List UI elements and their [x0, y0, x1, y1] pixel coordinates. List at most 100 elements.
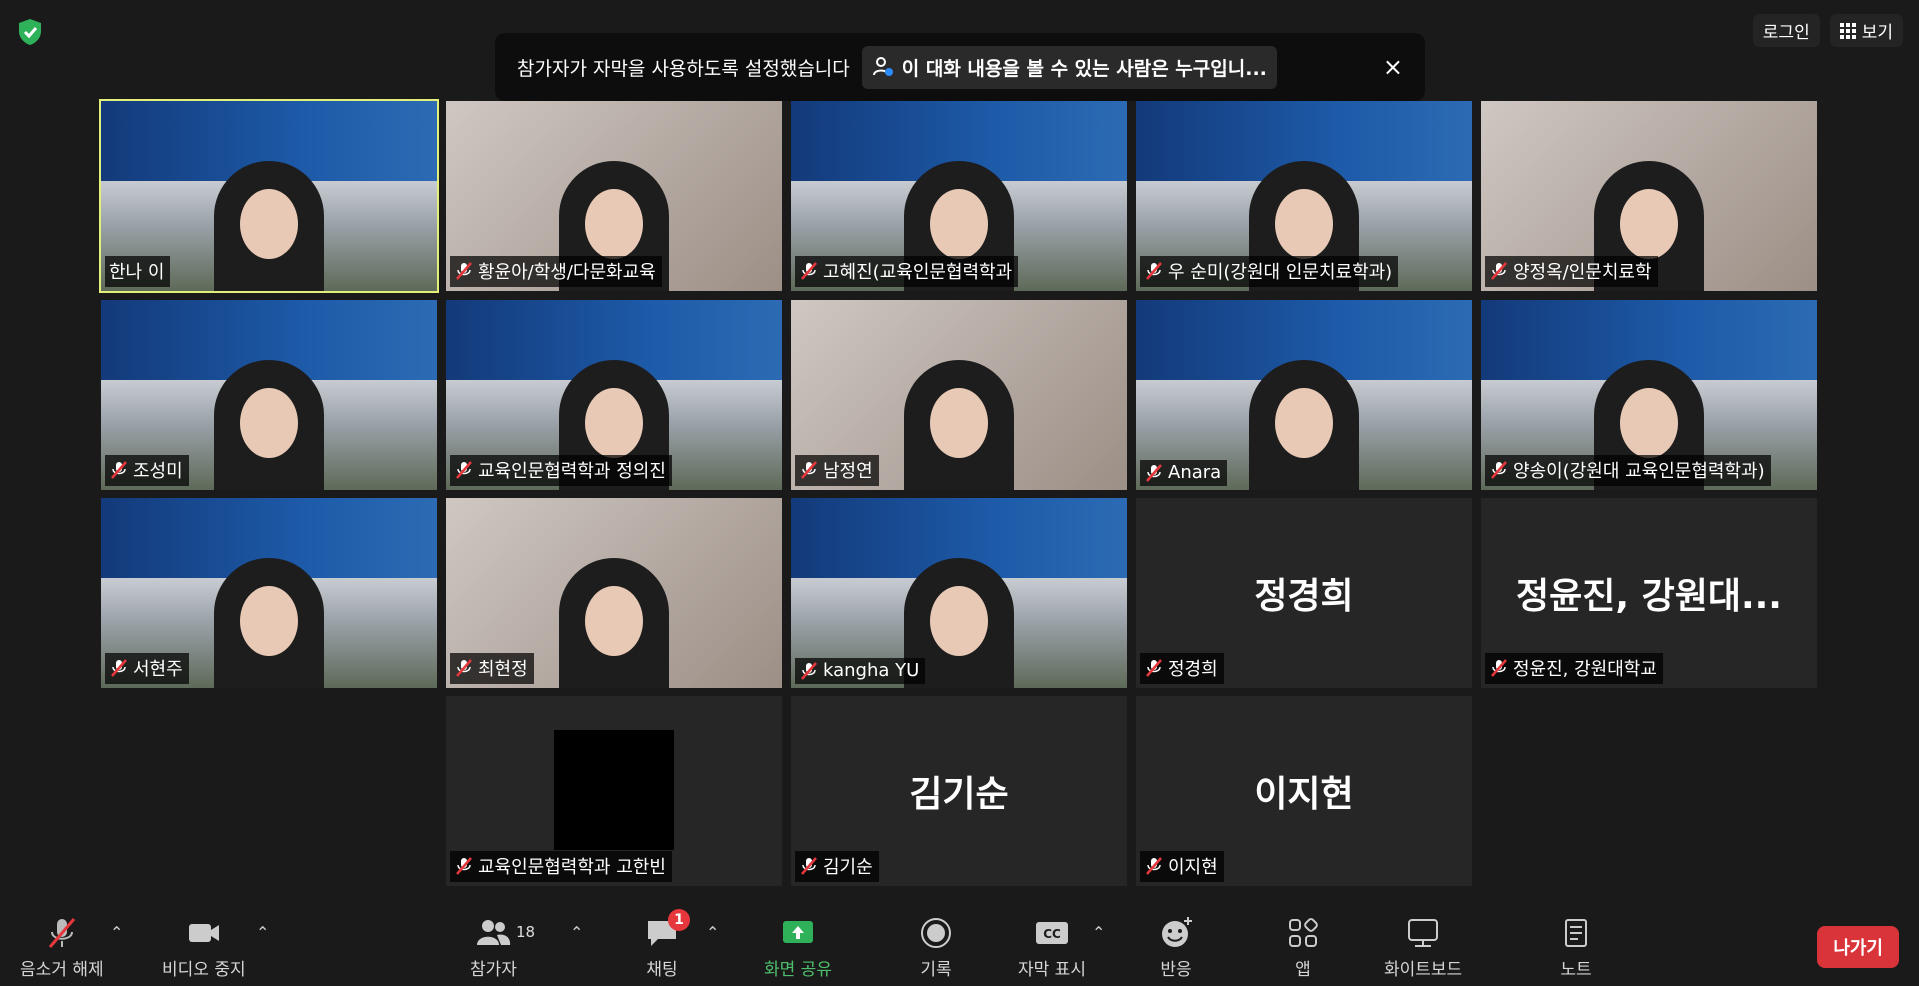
participant-name-label: kangha YU — [795, 658, 926, 684]
who-can-see-button[interactable]: 이 대화 내용을 볼 수 있는 사람은 누구입니... — [861, 45, 1277, 89]
participant-name: 이지현 — [1168, 857, 1218, 878]
participant-name-label: 김기순 — [795, 851, 879, 882]
participant-name: 남정연 — [823, 461, 873, 482]
share-screen-label: 화면 공유 — [764, 960, 832, 980]
audio-options-caret[interactable]: ⌃ — [110, 923, 123, 942]
mic-muted-icon — [1146, 262, 1162, 280]
chat-options-caret[interactable]: ⌃ — [706, 923, 719, 942]
notice-text: 참가자가 자막을 사용하도록 설정했습니다 — [517, 57, 850, 80]
mic-muted-icon — [1146, 463, 1162, 482]
participant-name-label: 정윤진, 강원대학교 — [1485, 653, 1663, 684]
participant-name: 양송이(강원대 교육인문협력학과) — [1513, 461, 1765, 482]
participant-name: 서현주 — [133, 659, 183, 680]
whiteboard-button[interactable]: 화이트보드 — [1384, 915, 1462, 980]
svg-text:CC: CC — [1043, 927, 1061, 941]
chat-badge: 1 — [668, 909, 690, 931]
participant-name-label: 우 순미(강원대 인문치료학과) — [1140, 256, 1399, 287]
mic-muted-icon — [801, 661, 817, 680]
login-label: 로그인 — [1762, 23, 1810, 43]
participant-tile[interactable]: 김기순 김기순 — [791, 696, 1127, 886]
whiteboard-label: 화이트보드 — [1384, 960, 1463, 980]
grid-icon — [1839, 22, 1856, 39]
participant-tile[interactable]: 정경희 정경희 — [1136, 498, 1472, 688]
participant-tile[interactable]: 한나 이 — [99, 99, 439, 293]
participant-tile[interactable]: 서현주 — [101, 498, 437, 688]
unmute-button[interactable]: 음소거 해제 — [20, 915, 104, 980]
participants-options-caret[interactable]: ⌃ — [570, 923, 583, 942]
record-icon — [921, 918, 951, 948]
participant-tile[interactable]: 양정옥/인문치료학 — [1481, 101, 1817, 291]
video-camera-icon — [188, 924, 219, 942]
person-info-icon — [872, 57, 893, 76]
participant-name: 정경희 — [1168, 659, 1218, 680]
participant-name: 고혜진(교육인문협력학과 — [823, 262, 1013, 283]
record-button[interactable]: 기록 — [918, 915, 954, 980]
participant-name: 조성미 — [133, 461, 183, 482]
video-options-caret[interactable]: ⌃ — [256, 923, 269, 942]
close-icon[interactable]: × — [1383, 53, 1403, 81]
security-shield-icon[interactable] — [14, 16, 46, 48]
participant-tile[interactable]: 조성미 — [101, 300, 437, 490]
participant-name-label: 교육인문협력학과 고한빈 — [450, 851, 672, 882]
participant-tile[interactable]: 이지현 이지현 — [1136, 696, 1472, 886]
captions-label: 자막 표시 — [1018, 960, 1086, 980]
participant-tile[interactable]: 교육인문협력학과 고한빈 — [446, 696, 782, 886]
participant-name: Anara — [1168, 462, 1222, 483]
mic-muted-icon — [111, 461, 127, 479]
apps-label: 앱 — [1295, 960, 1311, 980]
login-button[interactable]: 로그인 — [1752, 14, 1820, 47]
reaction-smiley-icon — [1162, 917, 1192, 947]
participant-name: 양정옥/인문치료학 — [1513, 262, 1652, 283]
mic-muted-icon — [456, 461, 472, 479]
participant-tile[interactable]: 교육인문협력학과 정의진 — [446, 300, 782, 490]
participant-name: kangha YU — [823, 660, 920, 681]
unmute-label: 음소거 해제 — [20, 960, 104, 980]
view-button[interactable]: 보기 — [1829, 14, 1903, 47]
participant-tile[interactable]: 남정연 — [791, 300, 1127, 490]
notes-button[interactable]: 노트 — [1558, 915, 1594, 980]
mic-muted-icon — [111, 659, 127, 677]
mic-muted-icon — [1491, 262, 1507, 280]
participant-video-off — [554, 730, 674, 850]
leave-button[interactable]: 나가기 — [1817, 926, 1899, 968]
participant-tile[interactable]: 황윤아/학생/다문화교육 — [446, 101, 782, 291]
participant-name-label: 이지현 — [1140, 851, 1224, 882]
mic-muted-icon — [1146, 659, 1162, 677]
participant-tile[interactable]: 최현정 — [446, 498, 782, 688]
participant-tile[interactable]: 정윤진, 강원대... 정윤진, 강원대학교 — [1481, 498, 1817, 688]
reactions-button[interactable]: 반응 — [1158, 915, 1194, 980]
share-screen-icon — [782, 921, 813, 943]
chat-label: 채팅 — [646, 960, 678, 980]
participant-name-label: 조성미 — [105, 455, 189, 486]
share-screen-button[interactable]: 화면 공유 — [764, 915, 832, 980]
stop-video-button[interactable]: 비디오 중지 — [162, 915, 246, 980]
participant-tile[interactable]: kangha YU — [791, 498, 1127, 688]
notes-icon — [1565, 919, 1587, 947]
apps-icon — [1289, 918, 1318, 947]
captions-options-caret[interactable]: ⌃ — [1092, 923, 1105, 942]
participant-name-label: 남정연 — [795, 455, 879, 486]
mic-muted-icon — [1146, 857, 1162, 875]
participant-name: 교육인문협력학과 정의진 — [478, 461, 666, 482]
chat-button[interactable]: 1 채팅 — [644, 909, 690, 980]
mic-muted-icon — [48, 918, 75, 948]
participant-name-label: 고혜진(교육인문협력학과 — [795, 256, 1019, 287]
mic-muted-icon — [456, 857, 472, 875]
participant-tile[interactable]: 고혜진(교육인문협력학과 — [791, 101, 1127, 291]
notes-label: 노트 — [1560, 960, 1592, 980]
participant-tile[interactable]: 우 순미(강원대 인문치료학과) — [1136, 101, 1472, 291]
participants-button[interactable]: 18 참가자 — [470, 915, 535, 980]
participant-tile[interactable]: 양송이(강원대 교육인문협력학과) — [1481, 300, 1817, 490]
participant-name-label: 서현주 — [105, 653, 189, 684]
apps-button[interactable]: 앱 — [1285, 915, 1321, 980]
participants-label: 참가자 — [470, 960, 517, 980]
captions-button[interactable]: CC 자막 표시 — [1018, 915, 1086, 980]
participant-name: 황윤아/학생/다문화교육 — [478, 262, 656, 283]
whiteboard-icon — [1408, 919, 1439, 947]
reactions-label: 반응 — [1160, 960, 1192, 980]
meeting-toolbar: 음소거 해제 ⌃ 비디오 중지 ⌃ 18 참가자 ⌃ 1 채팅 ⌃ 화면 공유 — [0, 906, 1919, 986]
participant-tile[interactable]: Anara — [1136, 300, 1472, 490]
mic-muted-icon — [801, 461, 817, 479]
participant-name-label: Anara — [1140, 460, 1228, 486]
who-can-see-label: 이 대화 내용을 볼 수 있는 사람은 누구입니... — [901, 57, 1267, 80]
